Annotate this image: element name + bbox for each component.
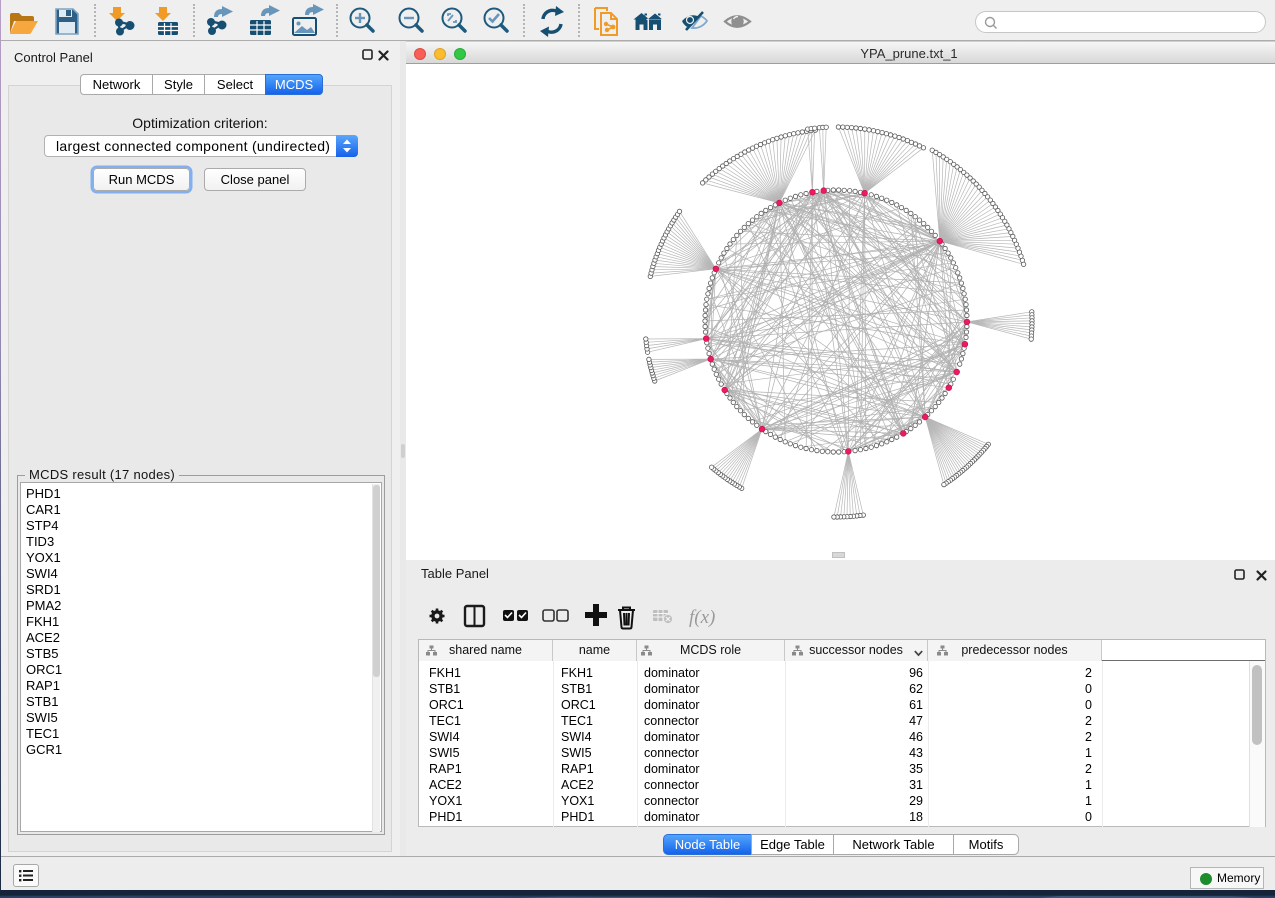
svg-text:f(x): f(x) — [689, 607, 715, 628]
